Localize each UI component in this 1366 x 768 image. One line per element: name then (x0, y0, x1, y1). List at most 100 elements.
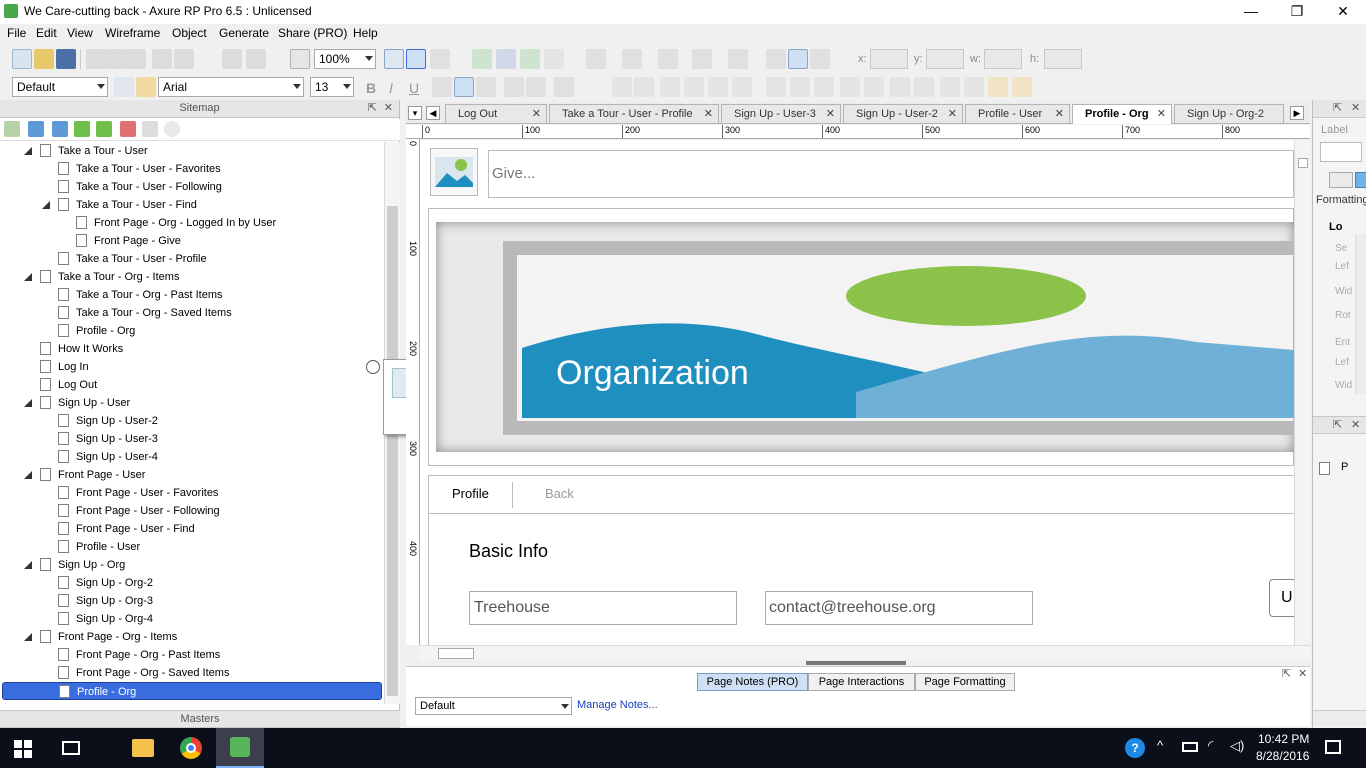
sitemap-item[interactable]: Sign Up - User-4 (58, 448, 158, 466)
update-button[interactable]: U (1269, 579, 1294, 617)
menu-object[interactable]: Object (172, 26, 207, 40)
sitemap-item[interactable]: Log In (40, 358, 89, 376)
tab-page-formatting[interactable]: Page Formatting (915, 673, 1015, 691)
save-icon[interactable] (56, 49, 76, 69)
formatting-tab-icon[interactable] (1355, 172, 1366, 188)
battery-icon[interactable] (1182, 742, 1198, 752)
text-align-left-icon[interactable] (432, 77, 452, 97)
h-input[interactable] (1044, 49, 1082, 69)
close-window-button[interactable]: ✕ (1320, 0, 1366, 24)
scrollbar-thumb[interactable] (438, 648, 474, 659)
axure-taskbar-button[interactable] (216, 728, 264, 768)
tab-profile[interactable]: Profile (452, 486, 489, 501)
sitemap-item[interactable]: Sign Up - User (24, 394, 130, 412)
sitemap-item[interactable]: Take a Tour - User - Following (58, 178, 222, 196)
tab-close-icon[interactable]: ✕ (532, 105, 541, 123)
sitemap-item[interactable]: Front Page - Org - Saved Items (58, 664, 229, 682)
outline-horizontal-scrollbar[interactable] (1313, 710, 1366, 726)
tabs-menu-chevron-icon[interactable]: ▾ (408, 106, 422, 120)
w-input[interactable] (984, 49, 1022, 69)
open-icon[interactable] (34, 49, 54, 69)
tab-page-interactions[interactable]: Page Interactions (808, 673, 915, 691)
bullets-icon[interactable] (504, 77, 524, 97)
interactions-tab-icon[interactable] (1329, 172, 1353, 188)
canvas-vertical-scrollbar[interactable] (1294, 140, 1310, 645)
pin-icon[interactable] (940, 77, 960, 97)
sitemap-item[interactable]: Profile - User (58, 538, 140, 556)
properties-scrollbar[interactable] (1355, 234, 1366, 394)
underline-button[interactable]: U (409, 80, 419, 96)
restore-button[interactable]: ❐ (1274, 0, 1320, 24)
page-tab[interactable]: Profile - User ✕ (965, 104, 1070, 123)
outline-page-item[interactable]: P (1341, 461, 1348, 473)
sitemap-item[interactable]: Log Out (40, 376, 97, 394)
font-select[interactable]: Arial (158, 77, 304, 97)
label-input[interactable] (1320, 142, 1362, 162)
format-brush-icon[interactable] (136, 77, 156, 97)
sitemap-item[interactable]: Profile - Org (58, 322, 135, 340)
arrow-style-icon[interactable] (728, 49, 748, 69)
generate-spec-icon[interactable] (496, 49, 516, 69)
link-icon[interactable] (526, 77, 546, 97)
y-input[interactable] (926, 49, 964, 69)
sitemap-item[interactable]: Take a Tour - User - Find (42, 196, 197, 214)
spellcheck-icon[interactable] (290, 49, 310, 69)
wifi-icon[interactable]: ◜ (1208, 737, 1213, 754)
page-tab[interactable]: Sign Up - User-3 ✕ (721, 104, 841, 123)
layout-icon[interactable] (430, 49, 450, 69)
align-objects-top-icon[interactable] (840, 77, 860, 97)
cut-icon[interactable] (86, 49, 106, 69)
move-up-icon[interactable] (28, 121, 44, 137)
splitter-handle[interactable] (806, 661, 906, 665)
sitemap-item[interactable]: Take a Tour - User - Favorites (58, 160, 221, 178)
clock-time[interactable]: 10:42 PM (1258, 732, 1309, 746)
notes-select[interactable]: Default (415, 697, 572, 715)
sitemap-item[interactable]: Sign Up - User-2 (58, 412, 158, 430)
notifications-icon[interactable] (1325, 740, 1341, 754)
publish-icon[interactable] (520, 49, 540, 69)
copy-icon[interactable] (106, 49, 126, 69)
align-objects-middle-icon[interactable] (864, 77, 884, 97)
send-back-icon[interactable] (732, 77, 752, 97)
page-tab[interactable]: Sign Up - User-2 ✕ (843, 104, 963, 123)
zoom-select[interactable]: 100% (314, 49, 376, 69)
undo-icon[interactable] (152, 49, 172, 69)
line-width-icon[interactable] (658, 49, 678, 69)
connector-mode-icon[interactable] (406, 49, 426, 69)
indent-icon[interactable] (74, 121, 90, 137)
sitemap-item[interactable]: Front Page - User (24, 466, 145, 484)
paste-icon[interactable] (126, 49, 146, 69)
page-tab[interactable]: Log Out ✕ (445, 104, 547, 123)
align-objects-center-icon[interactable] (790, 77, 810, 97)
popout-icon[interactable]: ⇱ (1333, 101, 1342, 114)
scrollbar-thumb[interactable] (387, 206, 398, 696)
menu-generate[interactable]: Generate (219, 26, 269, 40)
manage-notes-link[interactable]: Manage Notes... (577, 699, 658, 711)
clear-format-icon[interactable] (246, 49, 266, 69)
tab-close-icon[interactable]: ✕ (948, 105, 957, 123)
sitemap-item[interactable]: Sign Up - Org (24, 556, 125, 574)
tabs-scroll-left-icon[interactable]: ◀ (426, 106, 440, 120)
page-tab[interactable]: Sign Up - Org-2 (1174, 104, 1284, 123)
expand-triangle-icon[interactable] (24, 147, 32, 155)
clock-date[interactable]: 8/28/2016 (1256, 749, 1309, 763)
text-color-icon[interactable] (554, 77, 574, 97)
sitemap-item[interactable]: Take a Tour - Org - Past Items (58, 286, 223, 304)
task-view-icon[interactable] (62, 741, 80, 755)
group-icon[interactable] (612, 77, 632, 97)
sitemap-item[interactable]: Front Page - Give (76, 232, 181, 250)
sitemap-item[interactable]: Front Page - User - Following (58, 502, 220, 520)
expand-triangle-icon[interactable] (24, 471, 32, 479)
sitemap-item[interactable]: Sign Up - Org-2 (58, 574, 153, 592)
distribute-vertical-icon[interactable] (914, 77, 934, 97)
chevron-up-icon[interactable]: ^ (1157, 738, 1163, 753)
font-size-select[interactable]: 13 (310, 77, 354, 97)
design-canvas[interactable]: Give... Organization Profile Back Basic … (420, 140, 1294, 645)
bold-button[interactable]: B (366, 80, 376, 96)
file-explorer-icon[interactable] (132, 739, 154, 757)
windows-start-icon[interactable] (14, 740, 32, 758)
menu-view[interactable]: View (67, 26, 93, 40)
tab-close-icon[interactable]: ✕ (826, 105, 835, 123)
panel-close-icon[interactable]: ✕ (384, 101, 393, 114)
sitemap-item[interactable]: Sign Up - Org-4 (58, 610, 153, 628)
